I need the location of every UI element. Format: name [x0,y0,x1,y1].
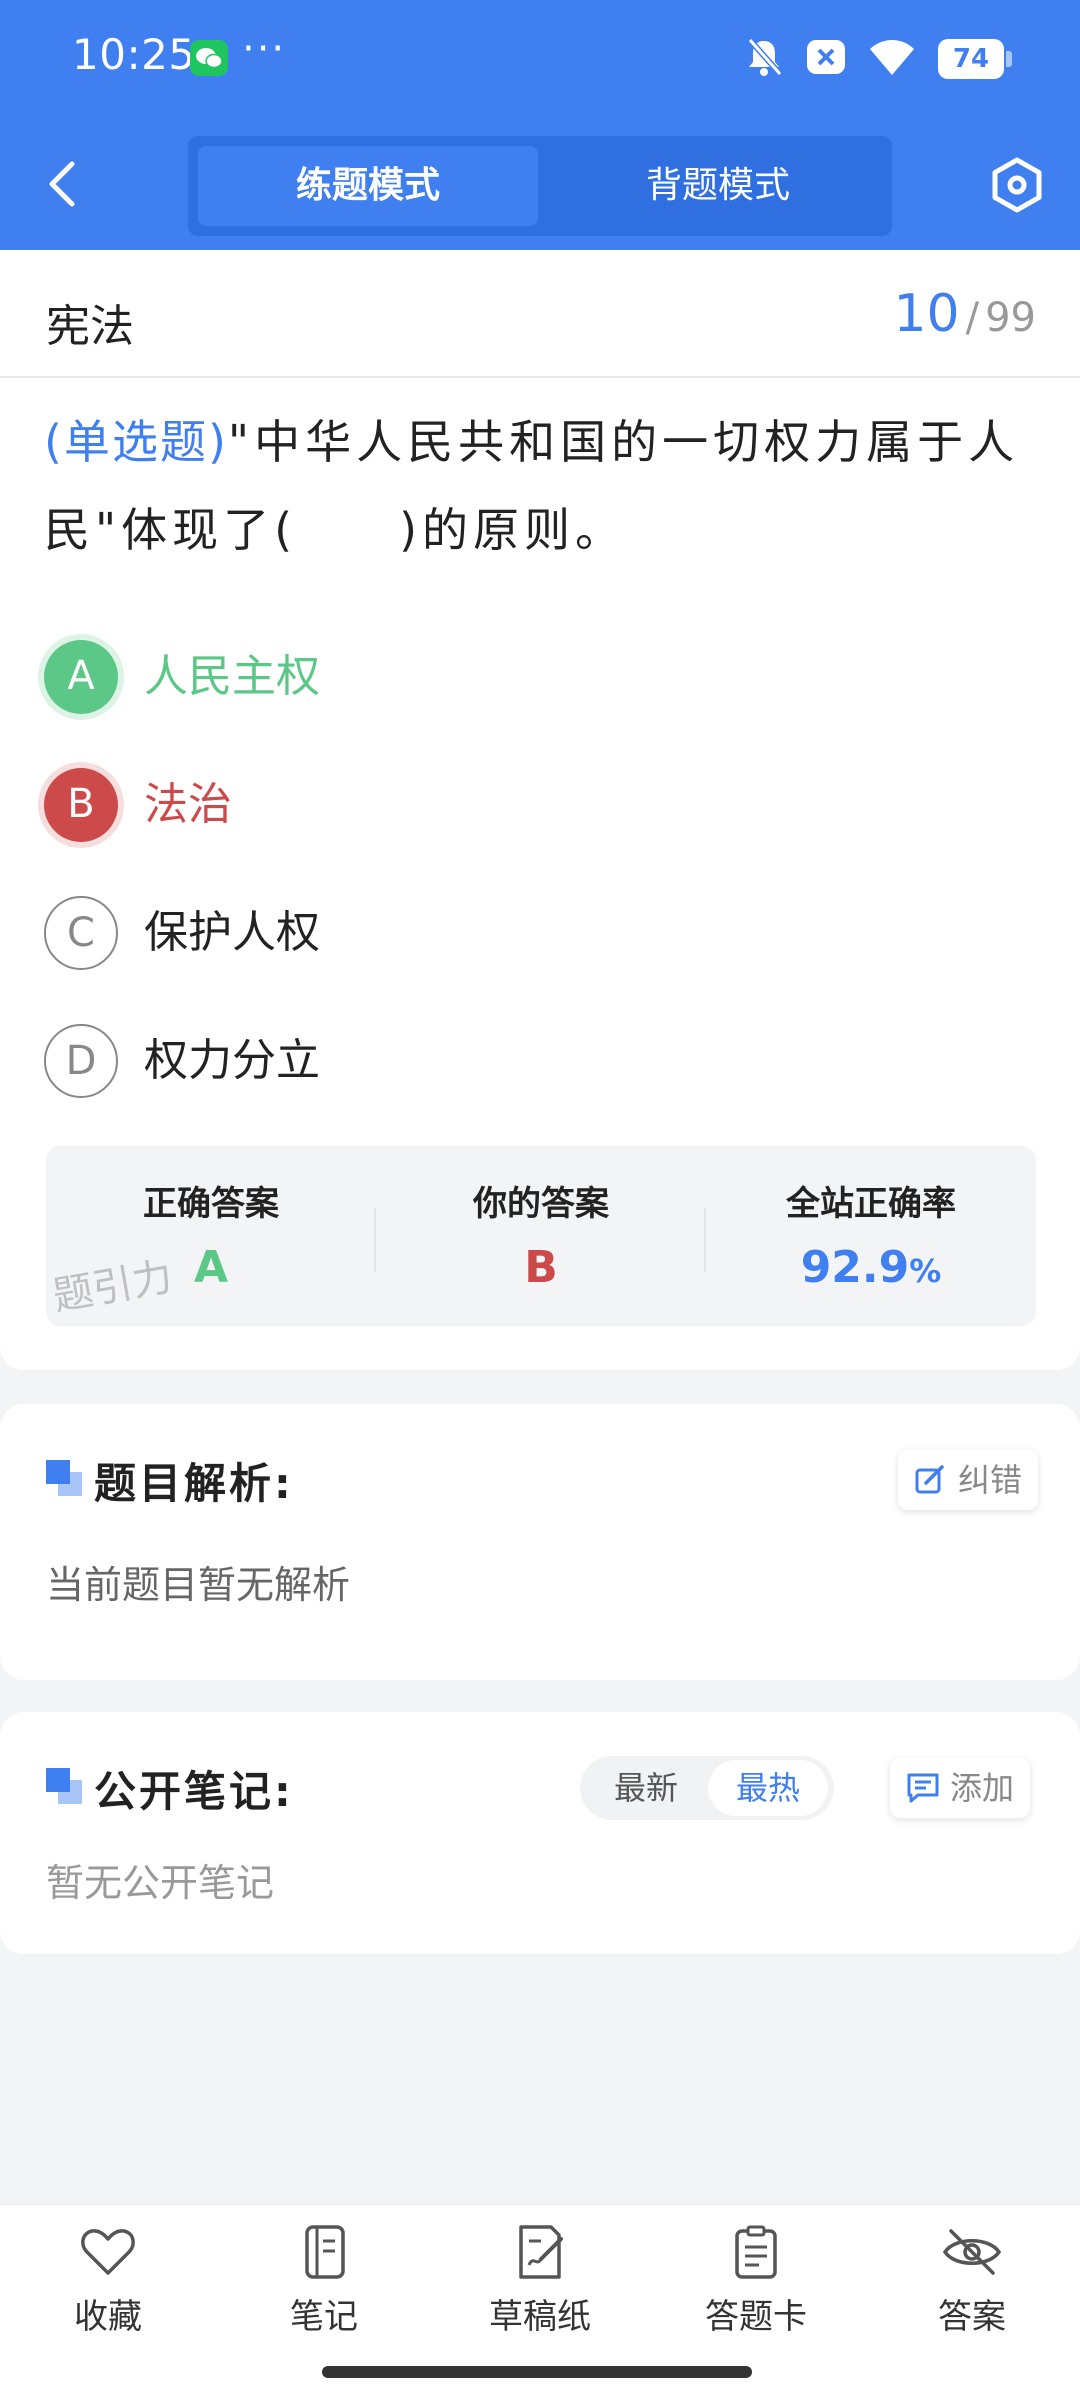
option-a-text: 人民主权 [144,651,320,702]
total-question-count: 99 [985,295,1036,341]
option-b-key: B [44,768,118,842]
nav-draft-paper[interactable]: 草稿纸 [432,2225,648,2375]
option-d-text: 权力分立 [144,1035,320,1086]
section-squares-icon [46,1460,82,1496]
section-squares-icon [46,1768,82,1804]
eye-off-icon [942,2229,1002,2275]
nav-answer-sheet[interactable]: 答题卡 [648,2225,864,2375]
question-type: (单选题) [44,415,228,469]
notebook-icon [305,2225,345,2279]
progress-separator: / [965,295,980,341]
sort-hottest[interactable]: 最热 [708,1760,828,1816]
your-answer-column: 你的答案 B [376,1146,706,1326]
option-b-text: 法治 [144,779,232,830]
status-bar: 10:25 ··· 74 [0,0,1080,118]
notes-title: 公开笔记: [94,1767,294,1816]
accuracy-value: 92.9% [706,1242,1036,1293]
sort-latest[interactable]: 最新 [586,1760,706,1816]
draft-paper-icon [519,2225,563,2279]
question-text: (单选题)"中华人民共和国的一切权力属于人民"体现了( )的原则。 [44,398,1044,574]
tab-memorize-mode[interactable]: 背题模式 [548,146,888,226]
wifi-icon [868,37,916,81]
subject-row: 宪法 10/99 [0,250,1080,378]
your-answer-label: 你的答案 [473,1184,609,1224]
accuracy-number: 92.9 [800,1242,910,1293]
nav-answer-label: 答案 [938,2297,1006,2337]
question-progress: 10/99 [893,284,1036,344]
option-c-key: C [44,896,118,970]
your-answer-value: B [524,1242,558,1293]
comment-icon [907,1773,939,1803]
subject-title: 宪法 [46,301,134,352]
heart-icon [81,2229,135,2275]
correct-answer-label: 正确答案 [143,1184,279,1224]
accuracy-column: 全站正确率 92.9% [706,1146,1036,1326]
home-indicator[interactable] [322,2366,752,2378]
answer-summary: 正确答案 A 你的答案 B 全站正确率 92.9% 题引力 [46,1146,1036,1326]
notes-body: 暂无公开笔记 [46,1861,275,1905]
nav-favorite-label: 收藏 [74,2297,142,2337]
analysis-body: 当前题目暂无解析 [46,1563,351,1607]
accuracy-unit: % [909,1252,942,1290]
analysis-title: 题目解析: [94,1459,294,1508]
report-error-label: 纠错 [958,1461,1023,1499]
option-a[interactable]: A 人民主权 [40,632,940,722]
nav-answer-sheet-label: 答题卡 [705,2297,807,2337]
battery-icon: 74 [938,39,1012,79]
tab-practice-mode[interactable]: 练题模式 [198,146,538,226]
option-d-key: D [44,1024,118,1098]
nav-favorite[interactable]: 收藏 [0,2225,216,2375]
nav-answer[interactable]: 答案 [864,2225,1080,2375]
notes-sort-toggle: 最新 最热 [580,1756,834,1820]
option-c-text: 保护人权 [144,907,320,958]
back-button[interactable] [40,156,88,212]
add-note-button[interactable]: 添加 [890,1758,1031,1818]
question-card: 宪法 10/99 (单选题)"中华人民共和国的一切权力属于人民"体现了( )的原… [0,250,1080,1370]
wechat-icon [190,40,228,76]
add-note-label: 添加 [950,1769,1015,1807]
status-icons: 74 [744,36,1012,82]
current-question-number: 10 [893,284,960,344]
public-notes-section: 公开笔记: 最新 最热 添加 暂无公开笔记 [0,1712,1080,1954]
analysis-section: 题目解析: 纠错 当前题目暂无解析 [0,1404,1080,1680]
nav-notes[interactable]: 笔记 [216,2225,432,2375]
hexagon-settings-icon[interactable] [988,156,1046,214]
more-notifications-icon: ··· [242,26,287,72]
nav-notes-label: 笔记 [290,2297,358,2337]
app-header: 10:25 ··· 74 练题模式 背题模式 [0,0,1080,250]
option-c[interactable]: C 保护人权 [40,888,940,978]
notification-x-icon [806,39,846,79]
option-d[interactable]: D 权力分立 [40,1016,940,1106]
report-error-button[interactable]: 纠错 [898,1450,1039,1510]
answer-sheet-icon [735,2225,777,2279]
bell-off-icon [744,36,784,82]
option-b[interactable]: B 法治 [40,760,940,850]
edit-icon [915,1465,944,1494]
status-time: 10:25 [72,30,196,79]
option-a-key: A [44,640,118,714]
nav-draft-paper-label: 草稿纸 [489,2297,591,2337]
accuracy-label: 全站正确率 [786,1184,956,1224]
mode-tabs: 练题模式 背题模式 [188,136,892,236]
